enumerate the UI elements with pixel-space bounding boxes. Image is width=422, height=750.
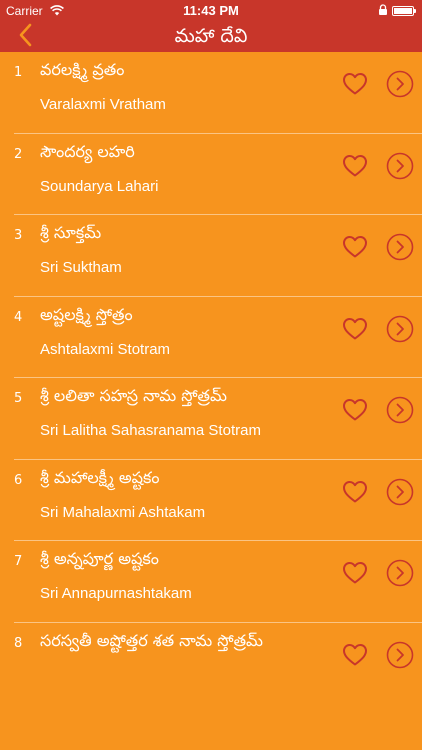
favorite-button[interactable] — [340, 72, 370, 100]
orientation-lock-icon — [378, 4, 388, 18]
open-item-button[interactable] — [386, 315, 414, 347]
navigation-bar: మహా దేవి — [0, 22, 422, 52]
chevron-right-circle-icon — [386, 70, 414, 102]
open-item-button[interactable] — [386, 233, 414, 265]
row-title-telugu: అష్టలక్ష్మి స్తోత్రం — [40, 304, 133, 324]
row-title-telugu: శ్రీ లలితా సహస్ర నామ స్తోత్రమ్ — [40, 386, 227, 405]
row-title-telugu: వరలక్ష్మి వ్రతం — [40, 60, 125, 79]
row-title-telugu: శ్రీ అన్నపూర్ణ అష్టకం — [40, 549, 159, 568]
list-item[interactable]: 6 శ్రీ మహాలక్ష్మీ అష్టకం Sri Mahalaxmi A… — [0, 460, 422, 542]
list-item[interactable]: 8 సరస్వతీ అష్టోత్తర శత నామ స్తోత్రమ్ — [0, 623, 422, 705]
heart-outline-icon — [342, 643, 368, 671]
favorite-button[interactable] — [340, 154, 370, 182]
row-title-english: Sri Suktham — [40, 259, 122, 276]
row-number: 1 — [14, 65, 23, 80]
row-number: 5 — [14, 391, 23, 406]
heart-outline-icon — [342, 398, 368, 426]
row-number: 6 — [14, 472, 23, 488]
chevron-right-circle-icon — [386, 396, 414, 428]
chevron-right-circle-icon — [386, 478, 414, 510]
status-time: 11:43 PM — [183, 3, 239, 18]
list-item[interactable]: 1 వరలక్ష్మి వ్రతం Varalaxmi Vratham — [0, 52, 422, 134]
open-item-button[interactable] — [386, 559, 414, 591]
chevron-right-circle-icon — [386, 315, 414, 347]
open-item-button[interactable] — [386, 152, 414, 184]
list-item[interactable]: 3 శ్రీ సూక్తమ్ Sri Suktham — [0, 215, 422, 297]
page-title: మహా దేవి — [174, 25, 248, 47]
chevron-right-circle-icon — [386, 152, 414, 184]
open-item-button[interactable] — [386, 478, 414, 510]
row-title-telugu: శ్రీ సూక్తమ్ — [40, 223, 102, 242]
row-title-english: Ashtalaxmi Stotram — [40, 340, 171, 358]
favorite-button[interactable] — [340, 317, 370, 345]
row-title-english: Sri Lalitha Sahasranama Stotram — [40, 422, 261, 439]
row-number: 7 — [14, 554, 23, 569]
row-number: 2 — [14, 146, 23, 162]
favorite-button[interactable] — [340, 643, 370, 671]
row-number: 3 — [14, 228, 23, 243]
favorite-button[interactable] — [340, 235, 370, 263]
heart-outline-icon — [342, 317, 368, 345]
chevron-right-circle-icon — [386, 641, 414, 673]
row-number: 8 — [14, 635, 23, 651]
status-bar: Carrier 11:43 PM — [0, 0, 422, 22]
list-item[interactable]: 2 సౌందర్య లహరి Soundarya Lahari — [0, 134, 422, 216]
row-title-telugu: సౌందర్య లహరి — [40, 141, 135, 161]
row-title-english: Sri Mahalaxmi Ashtakam — [40, 503, 206, 521]
heart-outline-icon — [342, 72, 368, 100]
list-item[interactable]: 7 శ్రీ అన్నపూర్ణ అష్టకం Sri Annapurnasht… — [0, 541, 422, 623]
heart-outline-icon — [342, 154, 368, 182]
row-title-english: Varalaxmi Vratham — [40, 96, 166, 113]
heart-outline-icon — [342, 480, 368, 508]
list-item[interactable]: 5 శ్రీ లలితా సహస్ర నామ స్తోత్రమ్ Sri Lal… — [0, 378, 422, 460]
favorite-button[interactable] — [340, 480, 370, 508]
favorite-button[interactable] — [340, 398, 370, 426]
row-title-english: Soundarya Lahari — [40, 177, 159, 195]
list-item[interactable]: 4 అష్టలక్ష్మి స్తోత్రం Ashtalaxmi Stotra… — [0, 297, 422, 379]
row-title-telugu: శ్రీ మహాలక్ష్మీ అష్టకం — [40, 467, 160, 487]
open-item-button[interactable] — [386, 641, 414, 673]
row-title-telugu: సరస్వతీ అష్టోత్తర శత నామ స్తోత్రమ్ — [40, 630, 263, 650]
chevron-right-circle-icon — [386, 559, 414, 591]
chevron-right-circle-icon — [386, 233, 414, 265]
open-item-button[interactable] — [386, 70, 414, 102]
row-title-english: Sri Annapurnashtakam — [40, 585, 192, 602]
stotram-list: 1 వరలక్ష్మి వ్రతం Varalaxmi Vratham 2 సౌ… — [0, 52, 422, 704]
heart-outline-icon — [342, 561, 368, 589]
heart-outline-icon — [342, 235, 368, 263]
favorite-button[interactable] — [340, 561, 370, 589]
open-item-button[interactable] — [386, 396, 414, 428]
battery-icon — [392, 6, 416, 16]
row-number: 4 — [14, 309, 23, 325]
